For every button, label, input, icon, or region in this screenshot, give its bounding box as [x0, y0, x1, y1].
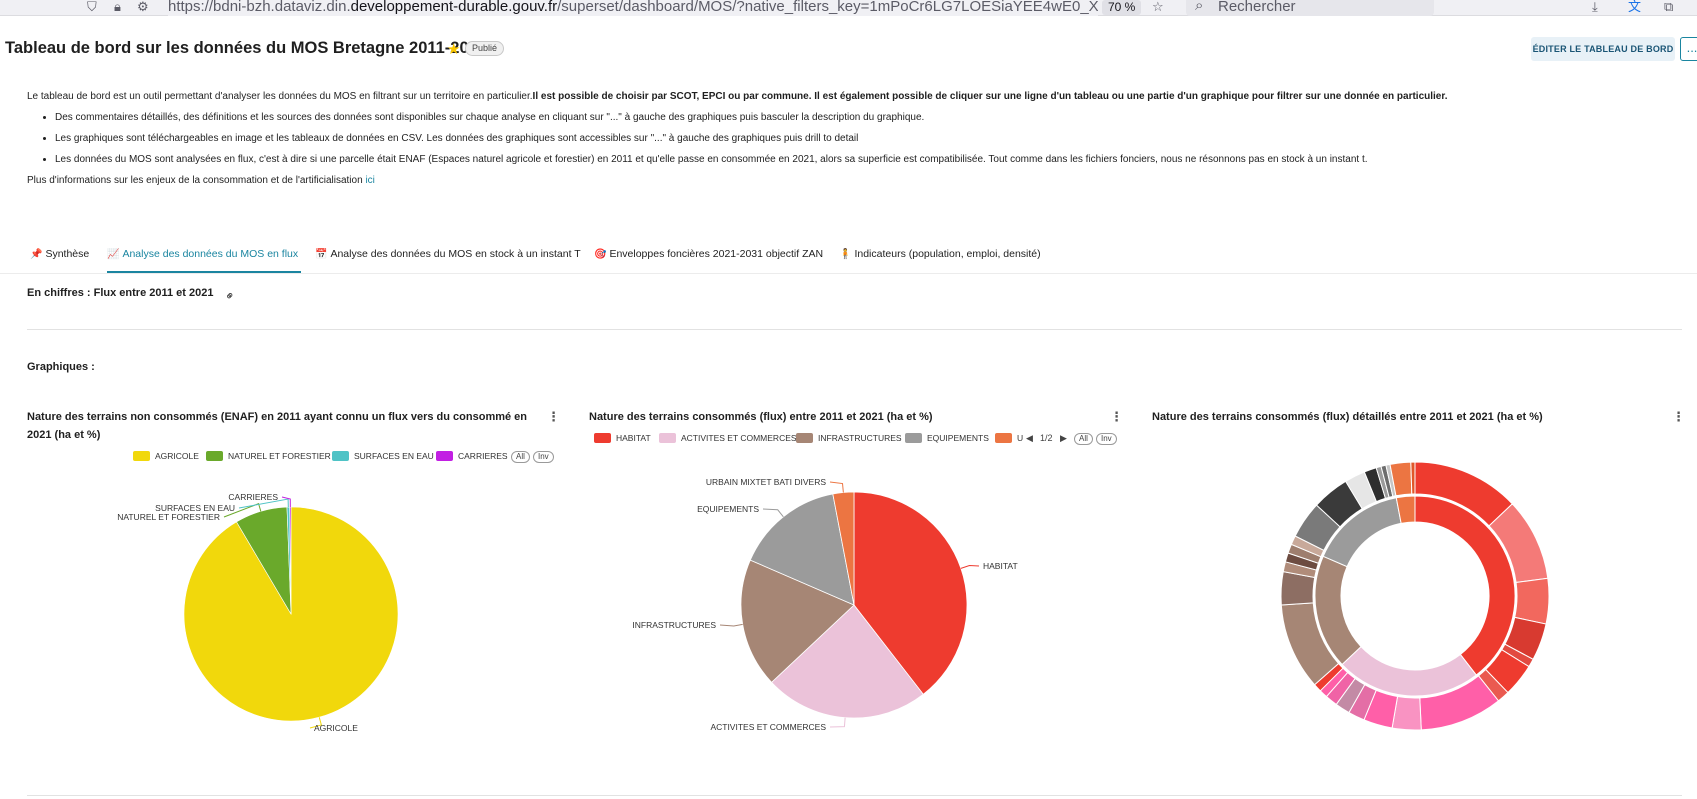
sunburst-outer-segment[interactable] — [1410, 461, 1416, 495]
bottom-divider — [27, 795, 1682, 796]
chart3-sunburst — [1280, 461, 1550, 731]
sunburst-outer-segment[interactable] — [1514, 577, 1550, 625]
